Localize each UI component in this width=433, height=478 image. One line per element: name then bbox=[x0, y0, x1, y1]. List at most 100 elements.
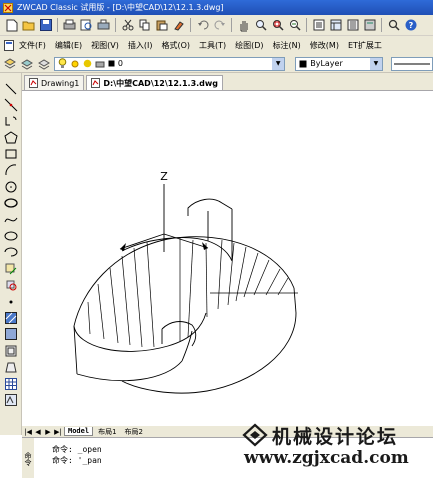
ellipse-arc-icon[interactable] bbox=[3, 245, 19, 260]
outer-top-arc bbox=[73, 236, 295, 327]
copy-icon[interactable] bbox=[137, 18, 152, 33]
menu-edit[interactable]: 编辑(E) bbox=[51, 40, 86, 51]
circle-icon[interactable] bbox=[3, 179, 19, 194]
zoom-window-icon[interactable] bbox=[270, 18, 285, 33]
menu-modify[interactable]: 修改(M) bbox=[306, 40, 343, 51]
inner-top-arc bbox=[121, 237, 233, 262]
revision-cloud-icon[interactable] bbox=[3, 196, 19, 211]
zoom-realtime-icon[interactable] bbox=[253, 18, 268, 33]
layer-dropdown[interactable]: 0 ▼ bbox=[53, 56, 286, 71]
title-bar: ZWCAD Classic 试用版 - [D:\中望CAD\12\12.1.3.… bbox=[0, 0, 433, 15]
menu-view[interactable]: 视图(V) bbox=[87, 40, 123, 51]
table-icon[interactable] bbox=[3, 376, 19, 391]
tab-drawing1[interactable]: Drawing1 bbox=[24, 75, 85, 90]
layer-on-bulb-icon bbox=[58, 58, 67, 68]
tab-label: Drawing1 bbox=[41, 78, 80, 88]
hatch-icon[interactable] bbox=[3, 310, 19, 325]
line-icon[interactable] bbox=[3, 81, 19, 96]
menu-file[interactable]: 文件(F) bbox=[15, 40, 50, 51]
linetype-preview-icon bbox=[393, 63, 430, 64]
region-icon[interactable] bbox=[3, 343, 19, 358]
rectangle-icon[interactable] bbox=[3, 147, 19, 162]
redo-icon[interactable] bbox=[212, 18, 227, 33]
radial-ruling-lines bbox=[87, 238, 298, 348]
right-vertical-edge bbox=[293, 287, 297, 314]
command-history: 命令: _open 命令: '_pan bbox=[52, 444, 102, 466]
drawing-canvas[interactable]: Z bbox=[22, 91, 433, 426]
spline-icon[interactable] bbox=[3, 212, 19, 227]
find-icon[interactable] bbox=[386, 18, 401, 33]
paste-icon[interactable] bbox=[154, 18, 169, 33]
insert-block-icon[interactable] bbox=[3, 261, 19, 276]
menu-et-extensions[interactable]: ET扩展工 bbox=[344, 40, 386, 51]
wipeout-icon[interactable] bbox=[3, 360, 19, 375]
command-line: 命令: '_pan bbox=[52, 455, 102, 466]
tab-label: D:\中望CAD\12\12.1.3.dwg bbox=[103, 78, 219, 88]
layers-toolbar: 0 ▼ ByLayer ▼ bbox=[0, 55, 433, 73]
new-file-icon[interactable] bbox=[4, 18, 19, 33]
match-properties-icon[interactable] bbox=[171, 18, 186, 33]
undo-icon[interactable] bbox=[195, 18, 210, 33]
zoom-previous-icon[interactable] bbox=[287, 18, 302, 33]
tab-current-drawing[interactable]: D:\中望CAD\12\12.1.3.dwg bbox=[86, 75, 224, 90]
toolbar-separator bbox=[231, 18, 232, 32]
tab-model[interactable]: Model bbox=[64, 427, 94, 436]
layer-manager-icon[interactable] bbox=[3, 56, 18, 71]
z-axis-label: Z bbox=[160, 170, 168, 183]
standard-toolbar: ? bbox=[0, 15, 433, 36]
next-tab-button[interactable]: ▶ bbox=[44, 428, 52, 436]
publish-icon[interactable] bbox=[96, 18, 111, 33]
previous-tab-button[interactable]: ◀ bbox=[34, 428, 42, 436]
command-text: _open bbox=[77, 445, 102, 454]
make-block-icon[interactable] bbox=[3, 278, 19, 293]
rear-block-top bbox=[187, 198, 233, 216]
design-center-icon[interactable] bbox=[328, 18, 343, 33]
make-object-layer-current-icon[interactable] bbox=[20, 56, 35, 71]
first-tab-button[interactable]: |◀ bbox=[24, 428, 32, 436]
cut-icon[interactable] bbox=[120, 18, 135, 33]
chevron-down-icon[interactable]: ▼ bbox=[272, 57, 285, 70]
toolbar-separator bbox=[381, 18, 382, 32]
menu-insert[interactable]: 插入(I) bbox=[124, 40, 157, 51]
save-icon[interactable] bbox=[38, 18, 53, 33]
help-icon[interactable]: ? bbox=[403, 18, 418, 33]
print-icon[interactable] bbox=[62, 18, 77, 33]
layer-previous-icon[interactable] bbox=[37, 56, 52, 71]
chevron-down-icon[interactable]: ▼ bbox=[369, 57, 382, 70]
polyline-icon[interactable] bbox=[3, 114, 19, 129]
tool-palette-icon[interactable] bbox=[345, 18, 360, 33]
gradient-icon[interactable] bbox=[3, 327, 19, 342]
toolbar-separator bbox=[190, 18, 191, 32]
window-title: ZWCAD Classic 试用版 - [D:\中望CAD\12\12.1.3.… bbox=[17, 3, 224, 12]
color-dropdown[interactable]: ByLayer ▼ bbox=[295, 56, 383, 71]
multiline-text-icon[interactable] bbox=[3, 392, 19, 407]
menu-dimension[interactable]: 标注(N) bbox=[269, 40, 305, 51]
pan-icon[interactable] bbox=[236, 18, 251, 33]
open-folder-icon[interactable] bbox=[21, 18, 36, 33]
forum-watermark: 机械设计论坛 www.zgjxcad.com bbox=[236, 420, 433, 470]
linetype-dropdown[interactable] bbox=[390, 56, 433, 71]
print-preview-icon[interactable] bbox=[79, 18, 94, 33]
construction-line-icon[interactable] bbox=[3, 97, 19, 112]
properties-icon[interactable] bbox=[311, 18, 326, 33]
watermark-title: 机械设计论坛 bbox=[272, 426, 399, 448]
point-icon[interactable] bbox=[3, 294, 19, 309]
tab-layout1[interactable]: 布局1 bbox=[95, 427, 119, 437]
calculator-icon[interactable] bbox=[362, 18, 377, 33]
menu-draw[interactable]: 绘图(D) bbox=[231, 40, 267, 51]
polygon-icon[interactable] bbox=[3, 130, 19, 145]
color-swatch-icon bbox=[299, 60, 307, 67]
tab-layout2[interactable]: 布局2 bbox=[122, 427, 146, 437]
ellipse-icon[interactable] bbox=[3, 229, 19, 244]
arc-icon[interactable] bbox=[3, 163, 19, 178]
command-text: '_pan bbox=[77, 456, 102, 465]
menu-tools[interactable]: 工具(T) bbox=[195, 40, 230, 51]
draw-toolbar bbox=[0, 73, 22, 435]
menu-bar: 文件(F) 编辑(E) 视图(V) 插入(I) 格式(O) 工具(T) 绘图(D… bbox=[0, 36, 433, 55]
last-tab-button[interactable]: ▶| bbox=[54, 428, 62, 436]
inner-bore-front bbox=[181, 330, 193, 362]
bottom-outer-curve bbox=[121, 312, 297, 394]
document-tab-bar: Drawing1 D:\中望CAD\12\12.1.3.dwg bbox=[22, 73, 433, 91]
menu-format[interactable]: 格式(O) bbox=[157, 40, 194, 51]
layer-unlock-icon bbox=[83, 59, 92, 68]
